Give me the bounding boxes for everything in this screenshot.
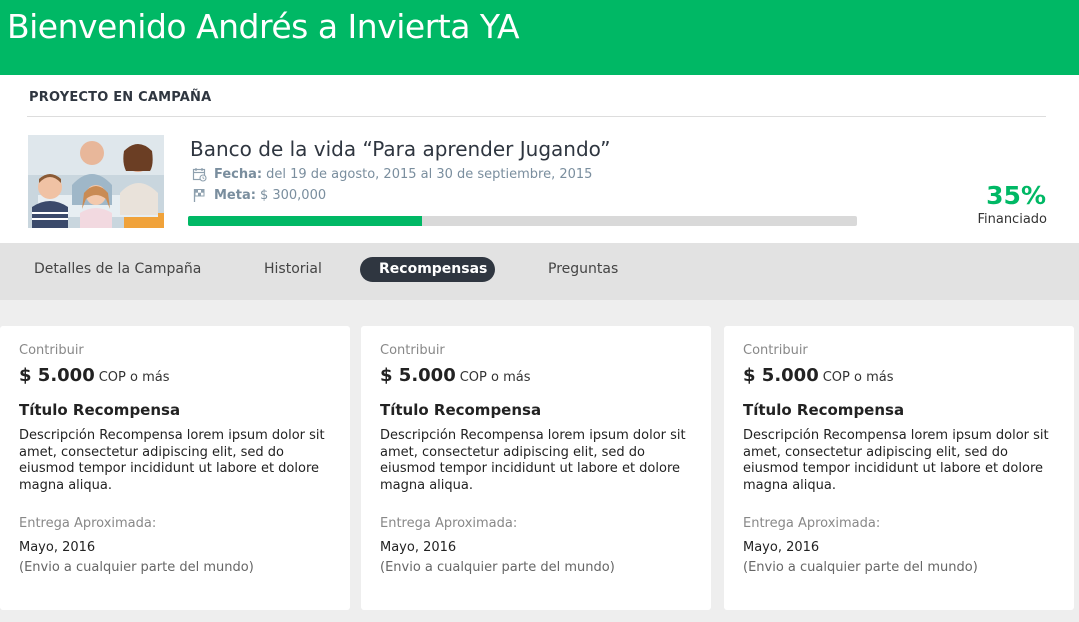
delivery-date: Mayo, 2016	[743, 540, 820, 555]
reward-card[interactable]: Contribuir $ 5.000 COP o más Título Recom…	[724, 326, 1074, 610]
meta-label: Meta:	[214, 188, 256, 203]
reward-amount: $ 5.000	[19, 365, 95, 386]
contribute-label: Contribuir	[380, 343, 445, 358]
contribute-label: Contribuir	[19, 343, 84, 358]
contribute-label: Contribuir	[743, 343, 808, 358]
reward-amount: $ 5.000	[380, 365, 456, 386]
tab-preguntas[interactable]: Preguntas	[548, 257, 618, 282]
delivery-note: (Envio a cualquier parte del mundo)	[380, 560, 615, 575]
project-image[interactable]	[28, 135, 164, 228]
divider	[27, 116, 1046, 117]
funded-label: Financiado	[977, 212, 1047, 227]
meta-value: $ 300,000	[259, 188, 327, 203]
project-card: PROYECTO EN CAMPAÑA Banco de la vida “Pa…	[0, 75, 1079, 243]
funding-progress-fill	[188, 216, 423, 226]
family-photo-icon	[28, 135, 164, 228]
reward-description: Descripción Recompensa lorem ipsum dolor…	[743, 428, 1049, 493]
reward-amount-row: $ 5.000 COP o más	[380, 365, 531, 386]
reward-amount-row: $ 5.000 COP o más	[743, 365, 894, 386]
reward-currency: COP o más	[98, 370, 170, 385]
reward-description: Descripción Recompensa lorem ipsum dolor…	[19, 428, 325, 493]
fecha-value: del 19 de agosto, 2015 al 30 de septiemb…	[266, 167, 593, 182]
delivery-label: Entrega Aproximada:	[380, 516, 518, 531]
reward-currency: COP o más	[822, 370, 894, 385]
section-label: PROYECTO EN CAMPAÑA	[29, 90, 212, 105]
delivery-label: Entrega Aproximada:	[743, 516, 881, 531]
reward-card[interactable]: Contribuir $ 5.000 COP o más Título Recom…	[361, 326, 711, 610]
funding-progress-bar	[188, 216, 857, 226]
reward-description: Descripción Recompensa lorem ipsum dolor…	[380, 428, 686, 493]
tab-recompensas[interactable]: Recompensas	[360, 257, 495, 282]
delivery-date: Mayo, 2016	[19, 540, 96, 555]
calendar-icon	[192, 168, 207, 182]
reward-amount-row: $ 5.000 COP o más	[19, 365, 170, 386]
delivery-label: Entrega Aproximada:	[19, 516, 157, 531]
fecha-label: Fecha:	[214, 167, 263, 182]
reward-amount: $ 5.000	[743, 365, 819, 386]
welcome-title: Bienvenido Andrés a Invierta YA	[7, 7, 520, 46]
reward-title: Título Recompensa	[19, 401, 181, 419]
reward-card[interactable]: Contribuir $ 5.000 COP o más Título Recom…	[0, 326, 350, 610]
reward-title: Título Recompensa	[743, 401, 905, 419]
funded-percent: 35%	[986, 181, 1046, 210]
tab-detalles[interactable]: Detalles de la Campaña	[34, 257, 201, 282]
delivery-note: (Envio a cualquier parte del mundo)	[743, 560, 978, 575]
delivery-date: Mayo, 2016	[380, 540, 457, 555]
reward-currency: COP o más	[459, 370, 531, 385]
tab-historial[interactable]: Historial	[264, 257, 322, 282]
project-title[interactable]: Banco de la vida “Para aprender Jugando”	[190, 137, 611, 161]
project-date-row: Fecha: del 19 de agosto, 2015 al 30 de s…	[192, 167, 592, 182]
campaign-tabs: Detalles de la Campaña Historial Recompe…	[0, 243, 1079, 300]
flag-icon	[193, 189, 205, 202]
delivery-note: (Envio a cualquier parte del mundo)	[19, 560, 254, 575]
app-header: Bienvenido Andrés a Invierta YA	[0, 0, 1079, 75]
reward-title: Título Recompensa	[380, 401, 542, 419]
project-goal-row: Meta: $ 300,000	[192, 188, 326, 203]
